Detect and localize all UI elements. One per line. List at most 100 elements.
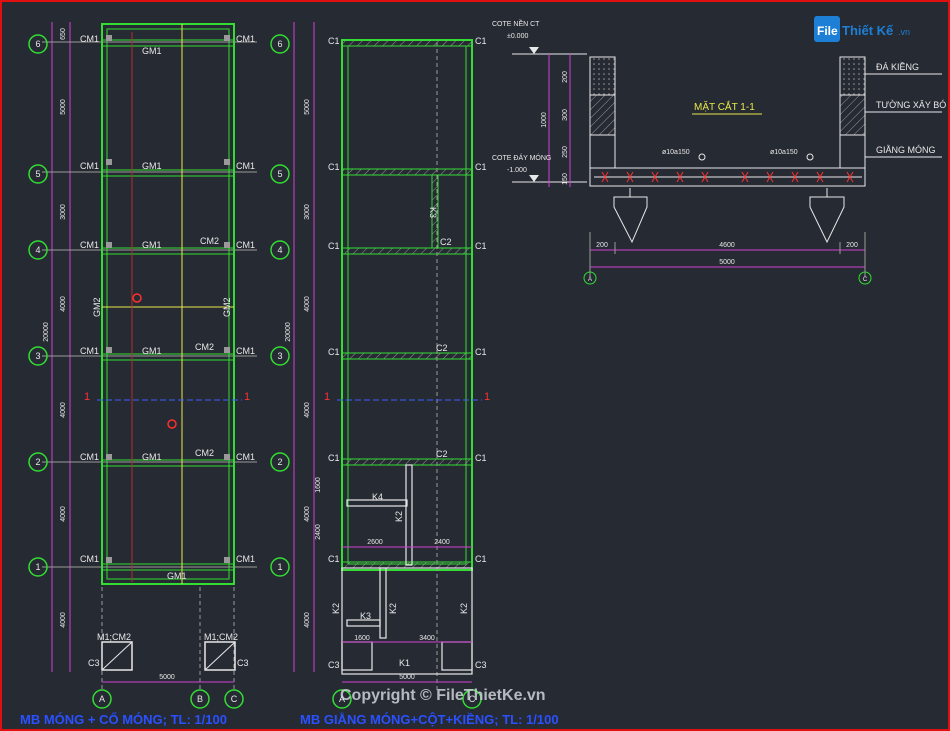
logo: File Thiết Kế .vn: [814, 12, 924, 46]
dim-text: 300: [562, 109, 569, 121]
dim-total: 20000: [43, 322, 50, 342]
label-cm1: CM1: [236, 452, 255, 462]
label-c3: C3: [237, 658, 249, 668]
label-cm1: CM1: [236, 240, 255, 250]
label-c3: C3: [475, 660, 487, 670]
label-gm1: GM1: [142, 346, 162, 356]
dim-text: 4000: [60, 612, 67, 628]
cote-top-label: COTE NỀN CT: [492, 18, 540, 28]
plan-foundation: [28, 22, 257, 709]
dim-text: 2600: [367, 539, 383, 546]
axis-label: 2: [277, 457, 282, 467]
dim-text: 250: [562, 146, 569, 158]
dim-text: 5000: [304, 99, 311, 115]
cote-bottom-label: COTE ĐÁY MÓNG: [492, 153, 551, 162]
label-c1: C1: [328, 347, 340, 357]
legend-item: ĐÁ KIỀNG: [876, 62, 919, 72]
dim-text: 3000: [60, 204, 67, 220]
dim-text: 3000: [304, 204, 311, 220]
label-c2: C2: [436, 449, 448, 459]
axis-label: 5: [277, 169, 282, 179]
dim-text: 1600: [354, 635, 370, 642]
label-cm1: CM1: [80, 554, 99, 564]
label-k2: K2: [388, 603, 398, 614]
label-gm1: GM1: [142, 452, 162, 462]
legend-item: GIẰNG MÓNG: [876, 145, 936, 155]
logo-mark: File Thiết Kế .vn: [814, 16, 910, 42]
label-c1: C1: [475, 241, 487, 251]
dim-text: 5000: [399, 674, 415, 681]
section-mark: 1: [484, 391, 490, 403]
section-mark: 1: [84, 391, 90, 403]
dim-text: 650: [60, 28, 67, 40]
label-c1: C1: [475, 554, 487, 564]
rebar-label: ø10a150: [770, 149, 798, 156]
label-c2: C2: [440, 237, 452, 247]
axis-label: C: [863, 277, 868, 283]
label-c1: C1: [475, 453, 487, 463]
dim-text: 4000: [60, 506, 67, 522]
cote-bottom-value: -1.000: [507, 167, 527, 174]
label-cm1: CM1: [80, 452, 99, 462]
label-c2: C2: [436, 343, 448, 353]
section-mark: 1: [324, 391, 330, 403]
label-k2: K2: [331, 603, 341, 614]
plan-beams: [270, 22, 482, 709]
axis-label: C: [231, 694, 238, 704]
dim-text: 200: [596, 242, 608, 249]
label-c1: C1: [475, 36, 487, 46]
label-k3: K3: [360, 611, 371, 621]
plan2-title: MB GIẰNG MÓNG+CỘT+KIỀNG; TL: 1/100: [300, 712, 559, 727]
label-cm1: CM1: [236, 161, 255, 171]
section-mark: 1: [244, 391, 250, 403]
label-c1: C1: [328, 162, 340, 172]
legend-item: TƯỜNG XÂY BÓ: [876, 100, 946, 110]
label-m1cm2: M1;CM2: [97, 632, 131, 642]
plan1-title: MB MÓNG + CỔ MÓNG; TL: 1/100: [20, 712, 227, 727]
dim-text: 5000: [159, 674, 175, 681]
label-cm1: CM1: [80, 161, 99, 171]
axis-label: 1: [35, 562, 40, 572]
axis-label: 6: [277, 39, 282, 49]
label-c1: C1: [328, 453, 340, 463]
dim-text: 150: [562, 173, 569, 185]
label-cm1: CM1: [80, 34, 99, 44]
dim-text: 1600: [315, 477, 322, 493]
dim-text: 3400: [419, 635, 435, 642]
label-c1: C1: [475, 347, 487, 357]
axis-label: A: [99, 694, 105, 704]
rebar-label: ø10a150: [662, 149, 690, 156]
dim-text: 4000: [304, 612, 311, 628]
axis-label: 4: [35, 245, 40, 255]
logo-part-b: Thiết Kế: [842, 23, 894, 38]
label-cm2: CM2: [200, 236, 219, 246]
label-cm1: CM1: [236, 34, 255, 44]
label-c1: C1: [328, 241, 340, 251]
label-gm1: GM1: [142, 161, 162, 171]
label-k4: K4: [372, 492, 383, 502]
label-c1: C1: [475, 162, 487, 172]
label-k2: K2: [459, 603, 469, 614]
label-gm2: GM2: [92, 297, 102, 317]
copyright-watermark: Copyright © FileThietKe.vn: [340, 687, 546, 704]
dim-text: 2400: [315, 524, 322, 540]
dim-text: 4000: [304, 402, 311, 418]
dim-text: 4000: [60, 402, 67, 418]
dim-text: 4000: [304, 506, 311, 522]
label-cm2: CM2: [195, 342, 214, 352]
label-cm2: CM2: [195, 448, 214, 458]
label-gm1: GM1: [142, 240, 162, 250]
dim-total: 20000: [285, 322, 292, 342]
label-c1: C1: [328, 554, 340, 564]
label-c1: C1: [328, 36, 340, 46]
logo-part-c: .vn: [898, 27, 910, 37]
cote-top-value: ±0.000: [507, 33, 528, 40]
label-k1: K1: [399, 658, 410, 668]
label-k2: K2: [394, 511, 404, 522]
dim-text: 200: [562, 71, 569, 83]
logo-part-a: File: [817, 24, 838, 38]
dim-text: 4600: [719, 242, 735, 249]
label-m1cm2: M1;CM2: [204, 632, 238, 642]
section-title: MẶT CẮT 1-1: [694, 100, 755, 113]
axis-label: 3: [35, 351, 40, 361]
